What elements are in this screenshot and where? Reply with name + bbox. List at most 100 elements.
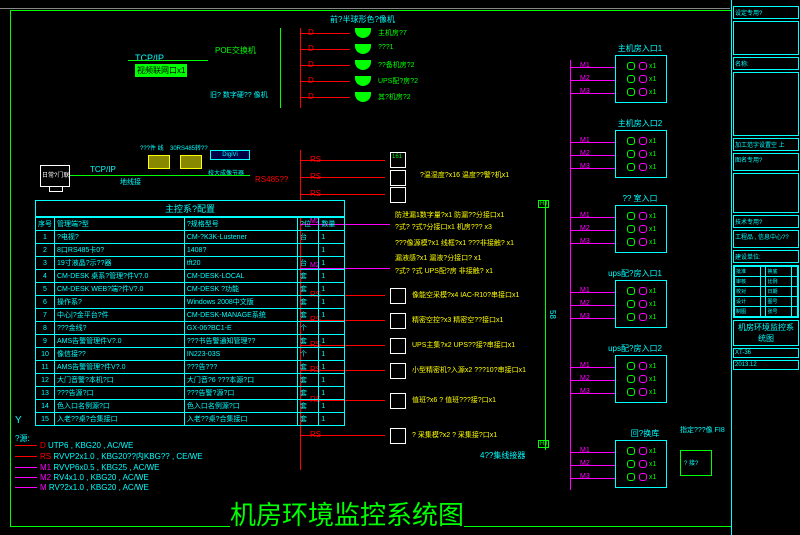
sensor-icon-11 <box>390 363 406 379</box>
sb-grid: 批准换底 审核比例 校对日期 设计图号 制图张号 <box>733 265 799 318</box>
bus-poe <box>280 28 281 108</box>
sb-dwg-title: 机房环境监控系统图 <box>733 320 799 346</box>
wire-d4 <box>300 97 350 98</box>
sensor-icon-1 <box>390 170 406 186</box>
mid-7: ?式? ?式 UPS配?房 非接触? x1 <box>395 266 493 276</box>
poe-label: POE交换机 <box>215 45 256 56</box>
bus-58-label: 58 <box>548 310 557 319</box>
grounding: 地线接 <box>120 177 141 187</box>
wire-door4-1 <box>570 367 615 368</box>
wire-door2-3 <box>570 243 615 244</box>
mid-5: ???像源模?x1 线框?x1 ???非接触? x1 <box>395 238 514 248</box>
wire-rs13 <box>300 435 385 436</box>
hj-bot: HJ <box>538 440 549 448</box>
title-block: 设定专用? 名称: 加工范字设置空 上 图名专用? 技术专用? 工程品 , 信息… <box>731 0 800 535</box>
dev-2: ??备机房?2 <box>378 60 415 70</box>
tcp-ip-box: 视频联网口x1 <box>135 64 187 77</box>
wire-door1-1 <box>570 142 615 143</box>
sensor-badge-0: 161 <box>392 154 402 160</box>
table-row: 5CM-DESK WEB?端?件V?.0CM-DESK ?功能套1 <box>36 283 345 296</box>
table-row: 14色入口名例源?口色入口名例源?口套1 <box>36 400 345 413</box>
table-row: 15入老??桌?合集接口入老??桌?合集接口套1 <box>36 413 345 426</box>
pc-label: 日常?门联 <box>42 170 69 179</box>
mid-13: ? 采集模?x2 ? 采集接?口x1 <box>412 430 497 440</box>
table-row: 11AMS告警管理?件V?.0???告???套1 <box>36 361 345 374</box>
door5-x1: x1 <box>625 447 656 455</box>
wire-door5-3 <box>570 478 615 479</box>
legend-row-0: D UTP6 , KBG20 , AC/WE <box>15 441 203 450</box>
legend-row-1: RS RVVP2x1.0 , KBG20??内KBG?? , CE/WE <box>15 451 203 462</box>
tcp-ip-label2: TCP/IP <box>90 165 116 174</box>
wire-door3-1 <box>570 292 615 293</box>
table-row: 10像信接??IN223-03S个1 <box>36 348 345 361</box>
door3-x3: x1 <box>625 313 656 321</box>
drawing-title: 机房环境监控系统图 <box>230 495 464 532</box>
sb-b4: 工程品 , 信息中心?? <box>733 230 799 248</box>
sensor-icon-10 <box>390 338 406 354</box>
conv-a-label: ???件 线 <box>140 143 164 152</box>
door-title-0: 主机房入口1 <box>610 43 670 54</box>
mid-8: 像能空采模?x4 IAC-R10?串接口x1 <box>412 290 519 300</box>
door4-x3: x1 <box>625 388 656 396</box>
wire-door0-3 <box>570 93 615 94</box>
door4-x1: x1 <box>625 362 656 370</box>
wire-door4-3 <box>570 393 615 394</box>
legend-row-2: M1 RVVP6x0.5 , KBG25 , AC/WE <box>15 463 203 472</box>
converter-a <box>148 155 170 169</box>
mid-12: 值班?x6 ? 值班???接?口x1 <box>412 395 496 405</box>
table-title: 主控系?配置 <box>35 200 345 217</box>
legend-row-4: M RV?2x1.0 , KBG20 , AC/WE <box>15 483 203 492</box>
sensor-icon-13 <box>390 428 406 444</box>
sb-name: 名称: <box>733 57 799 70</box>
dev-1: ???1 <box>378 44 394 51</box>
door4-x2: x1 <box>625 375 656 383</box>
wire-d1 <box>300 49 350 50</box>
bus-58 <box>545 200 546 450</box>
sensor-icon-9 <box>390 313 406 329</box>
bus-d <box>300 28 301 108</box>
door3-x2: x1 <box>625 300 656 308</box>
wire-door1-2 <box>570 155 615 156</box>
sb-date: 2013.12 <box>733 360 799 370</box>
sb-b2: 图名专用? <box>733 153 799 171</box>
table-row: 12大门音警?本机?口大门音?6 ???本源?口套1 <box>36 374 345 387</box>
sensor-icon-8 <box>390 288 406 304</box>
table-header-row: 序号管理端?型?规格型号?位数量 <box>36 218 345 231</box>
table-row: 28口RS485卡0?1408?1 <box>36 244 345 257</box>
sb-b3: 技术专用? <box>733 215 799 228</box>
wire-door3-3 <box>570 318 615 319</box>
mid-10: UPS主集?x2 UPS??接?串接口x1 <box>412 340 515 350</box>
tcp-bus-h <box>70 175 250 176</box>
sb-spacer2 <box>733 173 799 213</box>
door2-x2: x1 <box>625 225 656 233</box>
wire-d3 <box>300 81 350 82</box>
door0-x2: x1 <box>625 75 656 83</box>
door0-x1: x1 <box>625 62 656 70</box>
table-body: 序号管理端?型?规格型号?位数量 1?电视?CM-?K3K-Lustener台1… <box>35 217 345 426</box>
sb-spacer0 <box>733 21 799 55</box>
poe-note: 旧? 数字硬?? 像机 <box>210 90 268 100</box>
door5-x3: x1 <box>625 473 656 481</box>
door-title-3: ups配?房入口1 <box>605 268 665 279</box>
table-row: 8???金线?GX-06?BC1-E个 <box>36 322 345 335</box>
extra-box-label: ? 接? <box>684 458 698 467</box>
wire-door0-2 <box>570 80 615 81</box>
door0-x3: x1 <box>625 88 656 96</box>
wire-rs0 <box>300 160 385 161</box>
wire-rs1 <box>300 177 385 178</box>
door-title-1: 主机房入口2 <box>610 118 670 129</box>
top-header: 前?半球形色?像机 <box>330 14 395 25</box>
table-row: 1?电视?CM-?K3K-Lustener台1 <box>36 231 345 244</box>
wire-door5-1 <box>570 452 615 453</box>
table-row: 7中心|?金平台?件CM-DESK-MANAGE系统套1 <box>36 309 345 322</box>
wire-door2-1 <box>570 217 615 218</box>
sb-b5: 建设单位: <box>733 250 799 263</box>
config-table: 主控系?配置 序号管理端?型?规格型号?位数量 1?电视?CM-?K3K-Lus… <box>35 200 345 426</box>
wire-rs2 <box>300 194 385 195</box>
wire-door3-2 <box>570 305 615 306</box>
wire-door5-2 <box>570 465 615 466</box>
tcp-line <box>128 60 208 61</box>
mid-11: 小型精密机?入源x2 ???10?串接口x1 <box>412 365 526 375</box>
mid-6: 漏液感?x1 漏液?分接口? x1 <box>395 253 481 263</box>
mid-3: 防泄漏1数字量?x1 防漏??分接口x1 <box>395 210 504 220</box>
